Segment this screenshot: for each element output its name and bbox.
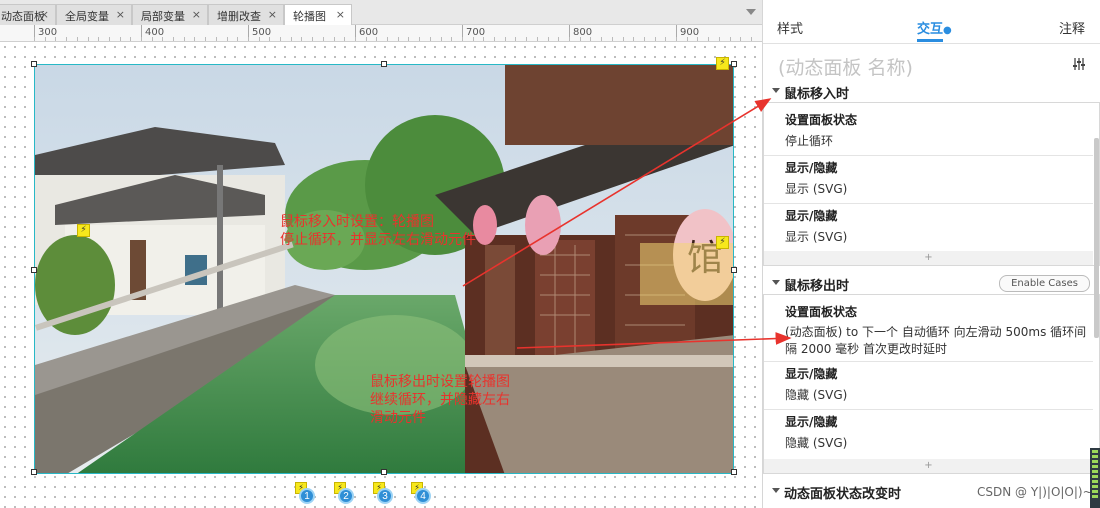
event-mouse-enter[interactable]: 鼠标移入时	[763, 80, 1100, 102]
annotation-mouse-enter: 鼠标移入时设置：轮播图 停止循环，并显示左右滑动元件	[280, 214, 476, 248]
action-desc: (动态面板) to 下一个 自动循环 向左滑动 500ms 循环间隔 2000 …	[785, 325, 1087, 356]
action-desc: 显示 (SVG)	[785, 182, 848, 196]
tab-label: 动态面板	[1, 10, 45, 23]
pager-button-4[interactable]: ⚡ 4	[411, 482, 437, 508]
resize-handle[interactable]	[381, 61, 387, 67]
resize-handle[interactable]	[731, 61, 737, 67]
resize-handle[interactable]	[31, 61, 37, 67]
case-mouse-leave: 设置面板状态 (动态面板) to 下一个 自动循环 向左滑动 500ms 循环间…	[763, 294, 1100, 474]
pager-button-1[interactable]: ⚡ 1	[295, 482, 321, 508]
resize-handle[interactable]	[31, 469, 37, 475]
tab-interaction[interactable]: 交互●	[917, 18, 952, 37]
tab-label: 增删改查	[217, 10, 261, 23]
action-desc: 隐藏 (SVG)	[785, 388, 848, 402]
interaction-bolt-icon[interactable]: ⚡	[716, 57, 729, 70]
tab-label: 局部变量	[141, 10, 185, 23]
design-canvas[interactable]: 馆 ⚡ ⚡ ⚡ 鼠标移入时设置：轮播图 停止循环，并显示左右滑动元件 鼠标移出时…	[0, 42, 762, 508]
event-mouse-leave[interactable]: 鼠标移出时 Enable Cases	[763, 272, 1100, 294]
resize-handle[interactable]	[731, 469, 737, 475]
volume-meter-icon	[1090, 448, 1100, 508]
inspector-tabs: 样式 交互● 注释	[763, 0, 1100, 44]
action-desc: 显示 (SVG)	[785, 230, 848, 244]
action-title: 设置面板状态	[785, 305, 858, 319]
scrollbar[interactable]	[1094, 138, 1099, 338]
action-title: 显示/隐藏	[785, 209, 838, 223]
close-icon[interactable]: ×	[192, 8, 201, 21]
active-dot-icon: ●	[943, 25, 952, 36]
action-title: 显示/隐藏	[785, 367, 838, 381]
tab-global-variables[interactable]: 全局变量 ×	[56, 4, 132, 25]
action-title: 设置面板状态	[785, 113, 858, 127]
resize-handle[interactable]	[731, 267, 737, 273]
panel-name-input[interactable]: (动态面板 名称)	[778, 53, 913, 80]
enable-cases-button[interactable]: Enable Cases	[999, 275, 1090, 292]
close-icon[interactable]: ×	[336, 8, 345, 21]
pager-button-3[interactable]: ⚡ 3	[373, 482, 399, 508]
tab-carousel[interactable]: 轮播图 ×	[284, 4, 352, 26]
add-action-button[interactable]: +	[764, 459, 1093, 473]
annotation-mouse-leave: 鼠标移出时设置轮播图 继续循环，并隐藏左右 滑动元件	[370, 374, 510, 426]
horizontal-ruler: 300 400 500 600 700 800 900	[0, 25, 762, 42]
close-icon[interactable]: ×	[268, 8, 277, 21]
active-tab-indicator	[917, 39, 943, 42]
tab-label: 全局变量	[65, 10, 109, 23]
add-action-button[interactable]: +	[764, 251, 1093, 265]
watermark-text: CSDN @ Y|)|O|O|)~	[977, 485, 1093, 499]
close-icon[interactable]: ×	[116, 8, 125, 21]
action-desc: 停止循环	[785, 134, 834, 148]
settings-sliders-icon[interactable]	[1072, 57, 1086, 71]
tab-dynamic-panel[interactable]: 动态面板 ×	[0, 4, 56, 25]
pager-button-2[interactable]: ⚡ 2	[334, 482, 360, 508]
case-mouse-enter: 设置面板状态 停止循环 显示/隐藏 显示 (SVG) 显示/隐藏 显示 (SVG…	[763, 102, 1100, 266]
action-desc: 隐藏 (SVG)	[785, 436, 848, 450]
collapse-triangle-icon[interactable]	[772, 280, 780, 285]
tab-style[interactable]: 样式	[777, 18, 803, 37]
interaction-bolt-icon[interactable]: ⚡	[77, 224, 90, 237]
inspector-panel: 样式 交互● 注释 (动态面板 名称) 鼠标移入时 设置面板状态 停止循环 显示…	[762, 0, 1100, 508]
tab-local-variables[interactable]: 局部变量 ×	[132, 4, 208, 25]
resize-handle[interactable]	[381, 469, 387, 475]
tab-label: 轮播图	[293, 10, 326, 23]
interaction-bolt-icon[interactable]: ⚡	[716, 236, 729, 249]
tab-overflow-icon[interactable]	[746, 9, 756, 15]
tab-crud[interactable]: 增删改查 ×	[208, 4, 284, 25]
tab-notes[interactable]: 注释	[1059, 18, 1085, 37]
action-title: 显示/隐藏	[785, 161, 838, 175]
document-tab-bar: 动态面板 × 全局变量 × 局部变量 × 增删改查 × 轮播图 ×	[0, 0, 762, 26]
collapse-triangle-icon[interactable]	[772, 88, 780, 93]
close-icon[interactable]: ×	[40, 8, 49, 21]
resize-handle[interactable]	[31, 267, 37, 273]
collapse-triangle-icon[interactable]	[772, 488, 780, 493]
action-title: 显示/隐藏	[785, 415, 838, 429]
